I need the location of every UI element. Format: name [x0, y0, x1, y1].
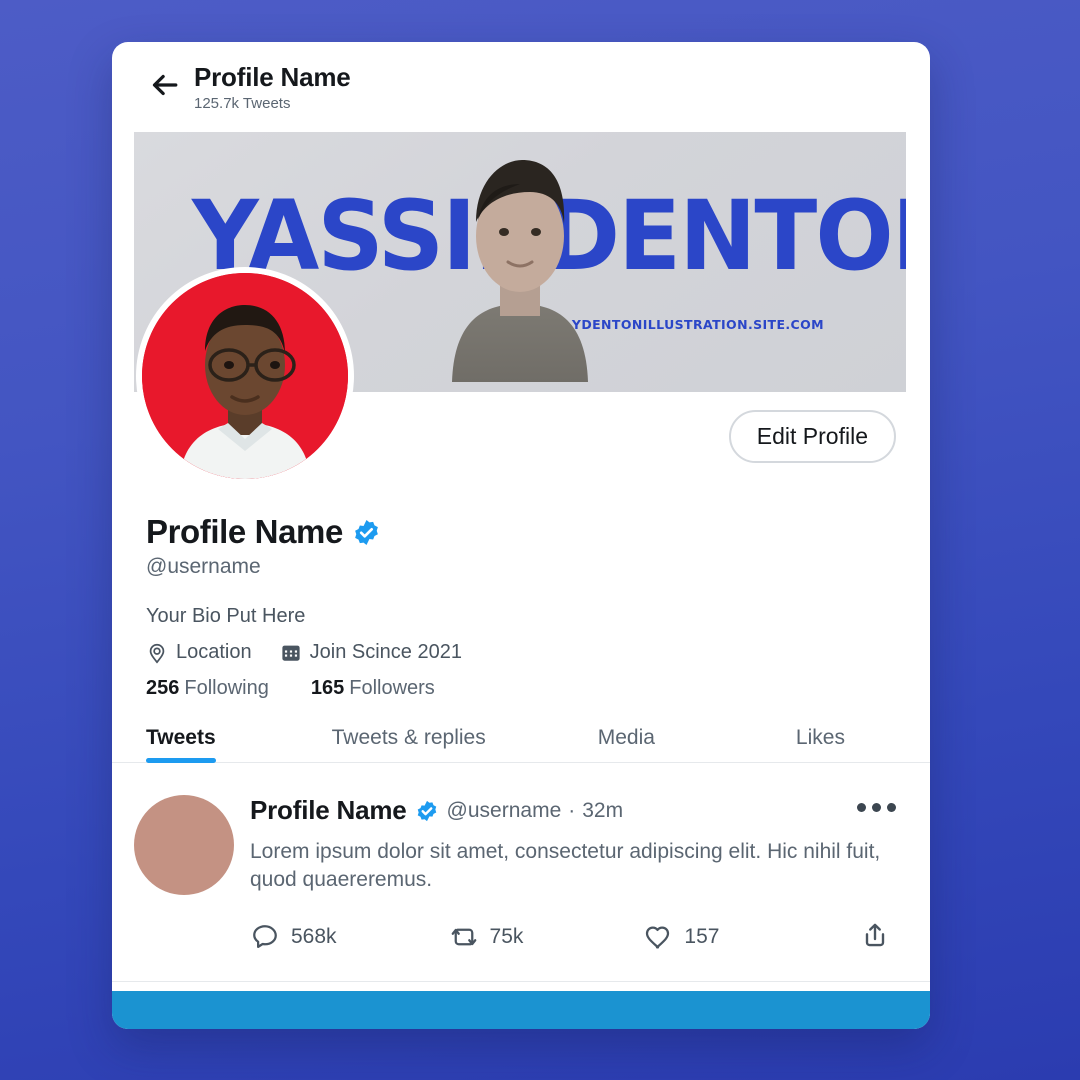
profile-identity: Profile Name @username [146, 513, 896, 579]
profile-meta: Location Join Scince 2021 [146, 641, 896, 664]
profile-info-section: Edit Profile Profile Name @username Your… [112, 267, 930, 700]
like-count: 157 [684, 925, 720, 949]
banner-portrait-photo [452, 160, 588, 382]
tab-likes[interactable]: Likes [796, 726, 845, 762]
retweet-count: 75k [489, 925, 524, 949]
location-pin-icon [149, 643, 165, 664]
reply-action[interactable]: 568k [250, 922, 337, 952]
profile-stats: 256 Following 165 Followers [146, 677, 896, 700]
following-label: Following [184, 677, 269, 699]
retweet-action[interactable]: 75k [449, 922, 524, 952]
verified-badge-icon [417, 800, 436, 821]
tweet-header: Profile Name @username · 32m [250, 795, 896, 826]
retweet-icon [451, 928, 476, 946]
page-title: Profile Name [194, 62, 351, 92]
tweet-count: 125.7k Tweets [194, 95, 291, 112]
profile-avatar[interactable] [136, 267, 354, 485]
tab-media[interactable]: Media [598, 726, 655, 762]
back-arrow-icon[interactable] [150, 70, 180, 100]
profile-join-date: Join Scince 2021 [280, 641, 462, 664]
following-count: 256 [146, 677, 180, 699]
tweet-item[interactable]: Profile Name @username · 32m Lorem ipsum… [112, 763, 930, 982]
tweet-separator: · [568, 798, 576, 822]
profile-header: Profile Name 125.7k Tweets [112, 42, 930, 132]
tweet-author-avatar[interactable] [134, 795, 234, 895]
more-horizontal-icon[interactable] [857, 803, 896, 818]
profile-location-label: Location [176, 641, 252, 663]
comment-icon [253, 925, 277, 949]
calendar-icon [282, 645, 300, 661]
bottom-accent-bar [112, 991, 930, 1029]
share-icon [865, 923, 885, 947]
profile-join-label: Join Scince 2021 [309, 641, 462, 663]
tweet-author-handle: @username [446, 798, 562, 822]
tweet-author-name: Profile Name [250, 795, 407, 825]
tweet-text: Lorem ipsum dolor sit amet, consectetur … [250, 840, 881, 891]
profile-handle: @username [146, 555, 261, 578]
heart-icon [646, 926, 670, 949]
profile-card: Profile Name 125.7k Tweets YASSIR DENTON [112, 42, 930, 1029]
tweet-timestamp: 32m [582, 798, 624, 822]
like-action[interactable]: 157 [643, 922, 719, 952]
edit-profile-button[interactable]: Edit Profile [728, 410, 896, 463]
tab-tweets-replies[interactable]: Tweets & replies [332, 726, 486, 762]
profile-display-name-row: Profile Name [146, 513, 896, 551]
profile-tabs: Tweets Tweets & replies Media Likes [112, 726, 930, 763]
reply-count: 568k [291, 925, 337, 949]
tab-tweets[interactable]: Tweets [146, 726, 216, 763]
followers-stat[interactable]: 165 Followers [311, 677, 435, 700]
tweet-actions: 568k 75k 157 [250, 920, 896, 955]
profile-location: Location [146, 641, 252, 664]
profile-display-name: Profile Name [146, 513, 343, 550]
followers-label: Followers [349, 677, 435, 699]
following-stat[interactable]: 256 Following [146, 677, 269, 700]
verified-badge-icon [355, 519, 378, 545]
banner-website-url: YDENTONILLUSTRATION.SITE.COM [571, 317, 824, 332]
avatar-portrait [142, 273, 348, 479]
profile-bio: Your Bio Put Here [146, 605, 306, 627]
share-action[interactable] [860, 920, 890, 955]
followers-count: 165 [310, 677, 345, 699]
